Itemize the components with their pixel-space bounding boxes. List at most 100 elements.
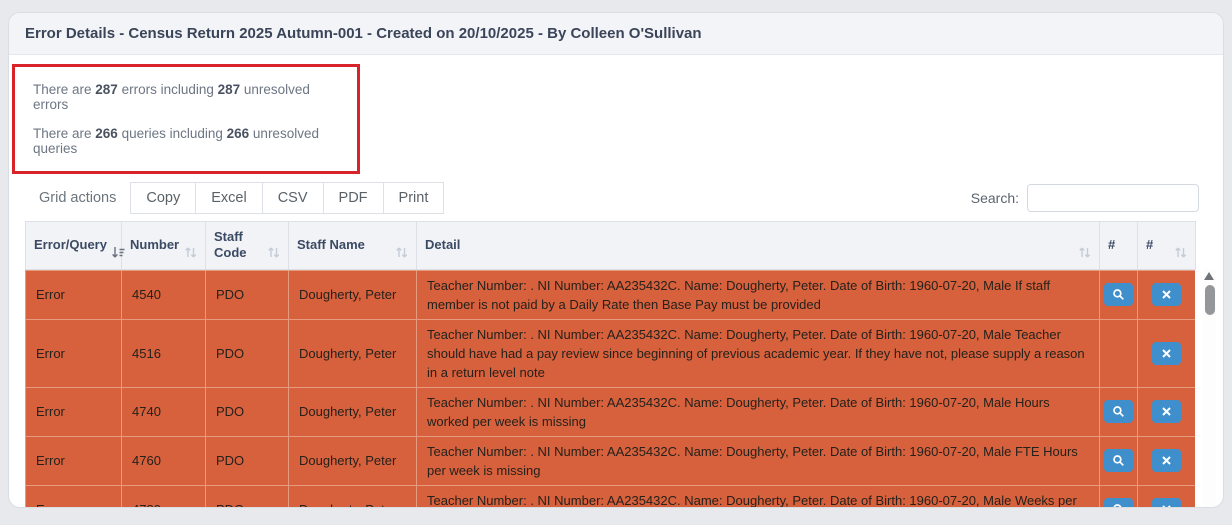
sort-both-icon[interactable] (184, 246, 197, 262)
header-row: Error/Query Number Staff Code Staff Name… (25, 221, 1196, 270)
resolve-cell (1137, 386, 1195, 437)
sort-both-icon[interactable] (1174, 246, 1187, 262)
resolve-cell (1137, 269, 1195, 320)
close-icon (1161, 348, 1172, 359)
column-label: Error/Query (34, 237, 107, 253)
vertical-scrollbar[interactable] (1203, 269, 1216, 507)
staff-code-cell: PDO (205, 484, 289, 507)
column-header-staff-code[interactable]: Staff Code (205, 221, 289, 270)
view-error-button[interactable] (1104, 449, 1133, 472)
csv-button[interactable]: CSV (261, 182, 323, 214)
column-label: # (1146, 237, 1154, 253)
errors-total-count: 287 (95, 82, 118, 97)
errors-unresolved-count: 287 (217, 82, 241, 97)
search-input[interactable] (1027, 184, 1199, 212)
detail-cell: Teacher Number: . NI Number: AA235432C. … (416, 318, 1100, 388)
sort-both-icon[interactable] (267, 246, 280, 262)
staff-code-cell: PDO (205, 435, 289, 486)
view-cell (1099, 269, 1138, 320)
queries-summary-text: queries including (117, 126, 227, 141)
search-area: Search: (971, 184, 1199, 212)
resolve-cell (1137, 484, 1195, 507)
resolve-error-button[interactable] (1152, 400, 1181, 423)
number-cell: 4780 (121, 484, 206, 507)
errors-summary-text: errors including (117, 82, 218, 97)
resolve-cell (1137, 318, 1195, 388)
table-row: Error 4540 PDO Dougherty, Peter Teacher Numb… (25, 269, 1195, 320)
errors-summary: There are 287 errors including 287 unres… (33, 82, 343, 112)
column-header-staff-name[interactable]: Staff Name (288, 221, 417, 270)
view-cell (1099, 318, 1138, 388)
magnifier-icon (1112, 454, 1125, 467)
view-cell (1099, 386, 1138, 437)
column-header-number[interactable]: Number (121, 221, 206, 270)
column-header-error-query[interactable]: Error/Query (25, 221, 125, 270)
column-header-resolve[interactable]: # (1137, 221, 1196, 270)
column-label: Staff Code (214, 229, 247, 261)
view-error-button[interactable] (1104, 283, 1133, 306)
column-label: Staff Name (297, 237, 365, 253)
view-cell (1099, 484, 1138, 507)
resolve-error-button[interactable] (1152, 341, 1181, 365)
column-header-detail[interactable]: Detail (416, 221, 1100, 270)
print-button[interactable]: Print (382, 182, 445, 214)
error-type-cell: Error (25, 435, 122, 486)
resolve-cell (1137, 435, 1195, 486)
view-error-button[interactable] (1104, 498, 1133, 507)
staff-name-cell: Dougherty, Peter (288, 269, 417, 320)
errors-table-header: Error/Query Number Staff Code Staff Name… (25, 221, 1196, 270)
error-type-cell: Error (25, 318, 122, 388)
staff-name-cell: Dougherty, Peter (288, 318, 417, 388)
resolve-error-button[interactable] (1152, 498, 1181, 507)
view-error-button[interactable] (1104, 400, 1133, 423)
pdf-button[interactable]: PDF (322, 182, 383, 214)
export-button-group: Copy Excel CSV PDF Print (130, 182, 445, 214)
error-type-cell: Error (25, 386, 122, 437)
scroll-up-arrow-icon[interactable] (1204, 272, 1214, 280)
magnifier-icon (1112, 405, 1125, 418)
detail-cell: Teacher Number: . NI Number: AA235432C. … (416, 269, 1100, 320)
error-type-cell: Error (25, 269, 122, 320)
table-row: Error 4760 PDO Dougherty, Peter Teacher Numb… (25, 435, 1195, 486)
staff-name-cell: Dougherty, Peter (288, 435, 417, 486)
number-cell: 4540 (121, 269, 206, 320)
table-row: Error 4740 PDO Dougherty, Peter Teacher Numb… (25, 386, 1195, 437)
grid-actions-label[interactable]: Grid actions (31, 183, 130, 213)
table-body-viewport[interactable]: Error 4540 PDO Dougherty, Peter Teacher Numb… (25, 269, 1195, 507)
close-icon (1161, 504, 1172, 507)
number-cell: 4516 (121, 318, 206, 388)
sort-desc-active-icon[interactable] (111, 246, 125, 262)
column-label: Number (130, 237, 180, 253)
detail-cell: Teacher Number: . NI Number: AA235432C. … (416, 435, 1100, 486)
magnifier-icon (1112, 503, 1125, 507)
resolve-error-button[interactable] (1152, 283, 1181, 306)
staff-name-cell: Dougherty, Peter (288, 484, 417, 507)
column-label: Detail (425, 237, 461, 253)
errors-table: Error/Query Number Staff Code Staff Name… (25, 221, 1216, 507)
staff-code-cell: PDO (205, 386, 289, 437)
queries-summary: There are 266 queries including 266 unre… (33, 126, 343, 156)
error-details-panel: Error Details - Census Return 2025 Autum… (8, 12, 1224, 508)
detail-cell: Teacher Number: . NI Number: AA235432C. … (416, 386, 1100, 437)
close-icon (1161, 406, 1172, 417)
scrollbar-thumb[interactable] (1204, 285, 1215, 315)
summary-box: There are 287 errors including 287 unres… (12, 64, 360, 174)
sort-both-icon[interactable] (1078, 246, 1091, 262)
queries-unresolved-count: 266 (226, 126, 250, 141)
magnifier-icon (1112, 288, 1125, 301)
queries-total-count: 266 (95, 126, 118, 141)
resolve-error-button[interactable] (1152, 449, 1181, 472)
table-row: Error 4516 PDO Dougherty, Peter Teacher Numb… (25, 318, 1195, 388)
close-icon (1161, 289, 1172, 300)
sort-both-icon[interactable] (395, 246, 408, 262)
errors-summary-text: There are (33, 82, 96, 97)
table-row: Error4780PDODougherty, PeterTeacher Numb… (25, 484, 1195, 507)
error-type-cell: Error (25, 484, 122, 507)
column-header-view[interactable]: # (1099, 221, 1138, 270)
staff-code-cell: PDO (205, 318, 289, 388)
copy-button[interactable]: Copy (130, 182, 196, 214)
grid-toolbar: Grid actions Copy Excel CSV PDF Print Se… (31, 182, 1199, 214)
excel-button[interactable]: Excel (195, 182, 262, 214)
errors-table-body: Error 4540 PDO Dougherty, Peter Teacher Numb… (25, 269, 1195, 507)
detail-cell: Teacher Number: . NI Number: AA235432C. … (416, 484, 1100, 507)
